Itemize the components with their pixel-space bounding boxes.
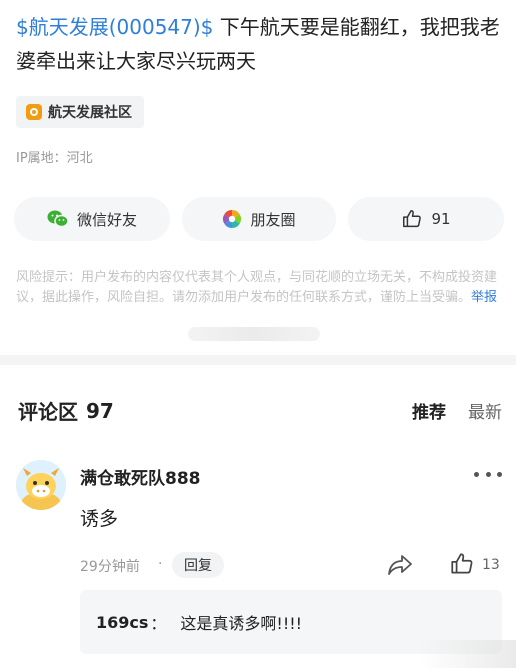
sub-reply-colon: ： bbox=[150, 614, 167, 633]
stock-link[interactable]: $航天发展(000547)$ bbox=[16, 15, 213, 39]
thumbs-up-icon[interactable] bbox=[449, 551, 475, 577]
sort-latest-tab[interactable]: 最新 bbox=[468, 398, 502, 423]
comment-like-count: 13 bbox=[482, 557, 500, 573]
share-row: 微信好友 朋友圈 91 bbox=[14, 197, 504, 241]
post-like-count: 91 bbox=[431, 210, 451, 228]
blurred-watermark bbox=[188, 327, 320, 341]
share-wechat-label: 微信好友 bbox=[76, 210, 137, 229]
separator-dot: · bbox=[158, 556, 163, 572]
comments-count: 97 bbox=[86, 398, 114, 423]
reply-button[interactable]: 回复 bbox=[172, 552, 224, 578]
section-divider bbox=[0, 355, 516, 365]
comment-text: 诱多 bbox=[80, 508, 119, 530]
community-tag[interactable]: 航天发展社区 bbox=[16, 96, 144, 128]
share-moments-button[interactable]: 朋友圈 bbox=[182, 197, 336, 241]
thumbs-up-icon bbox=[403, 210, 422, 228]
share-moments-label: 朋友圈 bbox=[250, 210, 296, 229]
report-link[interactable]: 举报 bbox=[471, 290, 497, 305]
comments-header: 评论区 97 推荐 最新 bbox=[18, 396, 502, 425]
corner-watermark bbox=[420, 640, 516, 668]
risk-notice: 风险提示：用户发布的内容仅代表其个人观点，与同花顺的立场无关，不构成投资建议，据… bbox=[16, 268, 504, 308]
sub-reply-text: 这是真诱多啊!!!! bbox=[180, 614, 303, 633]
risk-notice-text: 风险提示：用户发布的内容仅代表其个人观点，与同花顺的立场无关，不构成投资建议，据… bbox=[16, 270, 498, 305]
post-content: $航天发展(000547)$ 下午航天要是能翻红，我把我老婆牵出来让大家尽兴玩两… bbox=[16, 10, 506, 78]
wechat-icon bbox=[47, 210, 69, 228]
avatar[interactable] bbox=[16, 460, 66, 510]
share-icon[interactable] bbox=[386, 552, 414, 578]
community-tag-label: 航天发展社区 bbox=[48, 105, 132, 121]
sort-recommended-tab[interactable]: 推荐 bbox=[412, 398, 446, 423]
more-options-icon[interactable] bbox=[474, 462, 502, 486]
community-icon bbox=[26, 104, 42, 120]
cow-avatar-icon bbox=[16, 460, 66, 510]
comments-title: 评论区 bbox=[18, 400, 78, 424]
share-wechat-button[interactable]: 微信好友 bbox=[14, 197, 170, 241]
ip-location: IP属地：河北 bbox=[16, 151, 93, 166]
comment-sort: 推荐 最新 bbox=[412, 398, 502, 423]
comment-time: 29分钟前 bbox=[80, 559, 140, 575]
comment-username[interactable]: 满仓敢死队888 bbox=[80, 464, 201, 489]
moments-icon bbox=[223, 210, 242, 228]
sub-reply-username[interactable]: 169cs bbox=[96, 613, 148, 632]
like-post-button[interactable]: 91 bbox=[348, 197, 504, 241]
